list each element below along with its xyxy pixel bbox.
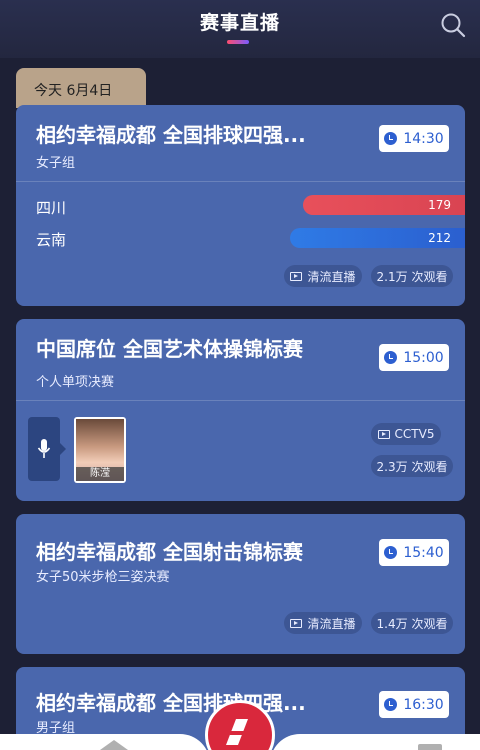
channel-chip[interactable]: CCTV5 [371, 423, 441, 445]
view-count-chip: 2.3万 次观看 [371, 455, 453, 477]
match-subtitle: 女子50米步枪三姿决赛 [36, 570, 170, 585]
title-underline [227, 40, 249, 44]
start-time: 16:30 [403, 696, 444, 713]
vote-bar-away[interactable]: 212 [290, 228, 465, 248]
team-name-away: 云南 [36, 231, 67, 249]
tv-icon [290, 271, 303, 281]
match-title: 相约幸福成都 全国射击锦标赛 [36, 540, 303, 564]
nav-tab-home[interactable] [0, 734, 210, 750]
start-time-badge: 14:30 [379, 125, 449, 152]
search-icon[interactable] [440, 12, 466, 38]
view-count: 1.4万 次观看 [376, 616, 448, 631]
view-count-chip: 1.4万 次观看 [371, 612, 453, 634]
nav-tab-docs[interactable] [270, 734, 480, 750]
page-title: 赛事直播 [199, 12, 280, 34]
commentator-avatar[interactable]: 陈滢 [74, 417, 126, 483]
vote-count-home: 179 [428, 198, 451, 212]
commentator-name: 陈滢 [76, 467, 124, 481]
microphone-icon [37, 439, 51, 458]
commentator-photo: 陈滢 [76, 419, 124, 481]
start-time-badge: 15:40 [379, 539, 449, 566]
top-header: 赛事直播 [0, 0, 480, 58]
stream-label: 清流直播 [307, 269, 356, 284]
clock-icon [384, 132, 398, 145]
logo-mark [226, 719, 254, 745]
team-name-home: 四川 [36, 199, 67, 217]
date-tab[interactable]: 今天 6月4日 [16, 68, 146, 108]
stream-chip[interactable]: 清流直播 [284, 612, 362, 634]
tv-icon [377, 429, 390, 439]
match-card[interactable]: 中国席位 全国艺术体操锦标赛 个人单项决赛 15:00 陈滢 CCTV5 2.3… [16, 319, 465, 501]
stream-chip[interactable]: 清流直播 [284, 265, 362, 287]
start-time: 15:00 [403, 349, 444, 366]
divider [16, 181, 465, 182]
match-card[interactable]: 相约幸福成都 全国射击锦标赛 女子50米步枪三姿决赛 15:40 清流直播 1.… [16, 514, 465, 654]
match-title: 相约幸福成都 全国排球四强... [36, 123, 306, 147]
vote-bar-home[interactable]: 179 [303, 195, 465, 215]
start-time-badge: 15:00 [379, 344, 449, 371]
clock-icon [384, 698, 398, 711]
view-count-chip: 2.1万 次观看 [371, 265, 453, 287]
stream-label: 清流直播 [307, 616, 356, 631]
clock-icon [384, 351, 398, 364]
start-time-badge: 16:30 [379, 691, 449, 718]
match-title: 中国席位 全国艺术体操锦标赛 [36, 337, 303, 361]
tv-icon [290, 618, 303, 628]
clock-icon [384, 546, 398, 559]
vote-count-away: 212 [428, 231, 451, 245]
view-count: 2.1万 次观看 [376, 269, 448, 284]
home-icon [100, 740, 128, 750]
match-subtitle: 个人单项决赛 [36, 375, 115, 390]
start-time: 15:40 [403, 544, 444, 561]
start-time: 14:30 [403, 130, 444, 147]
channel-label: CCTV5 [394, 427, 435, 441]
match-subtitle: 女子组 [36, 156, 76, 171]
commentary-tab[interactable] [28, 417, 66, 481]
view-count: 2.3万 次观看 [376, 459, 448, 474]
document-icon [418, 744, 442, 750]
match-card[interactable]: 相约幸福成都 全国排球四强... 女子组 14:30 四川 179 云南 212… [16, 105, 465, 306]
divider [16, 400, 465, 401]
